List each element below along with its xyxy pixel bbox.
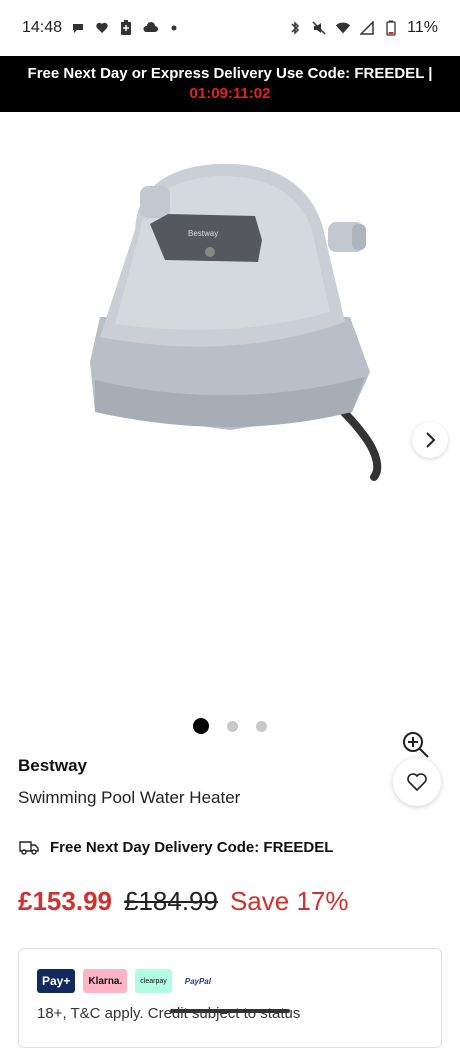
signal-icon: [359, 20, 375, 36]
brand-plate-text: Bestway: [188, 229, 218, 238]
dot-icon: [166, 20, 182, 36]
payment-terms: 18+, T&C apply. Credit subject to status: [37, 1005, 301, 1022]
chat-icon: [70, 20, 86, 36]
savings-label: Save 17%: [229, 886, 349, 916]
home-indicator[interactable]: [170, 1009, 290, 1013]
current-price: £153.99: [18, 886, 112, 916]
product-brand[interactable]: Bestway: [18, 756, 87, 776]
delivery-info: Free Next Day Delivery Code: FREEDEL: [18, 838, 333, 856]
status-bar: 14:48 11%: [0, 0, 460, 56]
price-row: £153.99 £184.99 Save 17%: [18, 886, 349, 917]
carousel-dot-1[interactable]: [193, 718, 209, 734]
wifi-icon: [335, 20, 351, 36]
klarna-logo: Klarna.: [83, 969, 128, 993]
status-time: 14:48: [22, 19, 63, 36]
cloud-icon: [142, 20, 159, 36]
delivery-text: Free Next Day Delivery Code: FREEDEL: [50, 838, 334, 856]
heart-icon: [407, 773, 427, 792]
carousel-dot-3[interactable]: [256, 720, 267, 732]
delivery-truck-icon: [19, 841, 39, 855]
promo-countdown: 01:09:11:02: [189, 85, 271, 102]
bluetooth-icon: [287, 20, 303, 36]
mute-icon: [311, 20, 327, 36]
clearpay-logo: clearpay: [135, 969, 172, 993]
status-right: 11%: [287, 19, 438, 37]
payment-logos: Pay+ Klarna. clearpay PayPal: [37, 969, 216, 993]
wishlist-button[interactable]: [393, 758, 441, 806]
original-price: £184.99: [123, 886, 218, 916]
promo-text: Free Next Day or Express Delivery Use Co…: [27, 65, 433, 82]
product-image-carousel[interactable]: Bestway: [0, 112, 460, 758]
zoom-in-icon: [403, 732, 429, 758]
promo-banner[interactable]: Free Next Day or Express Delivery Use Co…: [0, 56, 460, 112]
payment-options[interactable]: Pay+ Klarna. clearpay PayPal 18+, T&C ap…: [18, 948, 442, 1048]
product-title: Swimming Pool Water Heater: [18, 788, 241, 807]
battery-icon: [383, 20, 399, 36]
next-image-button[interactable]: [412, 422, 448, 458]
product-image: Bestway: [90, 163, 382, 481]
pay-plus-logo: Pay+: [37, 969, 76, 993]
chevron-right-icon: [426, 432, 436, 448]
status-left: 14:48: [22, 19, 182, 37]
carousel-dot-2[interactable]: [227, 720, 238, 732]
heart-pulse-icon: [94, 20, 110, 36]
battery-plus-icon: [118, 20, 134, 36]
paypal-logo: PayPal: [179, 969, 216, 993]
battery-level: 11%: [407, 19, 438, 36]
carousel-dots: [0, 718, 460, 734]
